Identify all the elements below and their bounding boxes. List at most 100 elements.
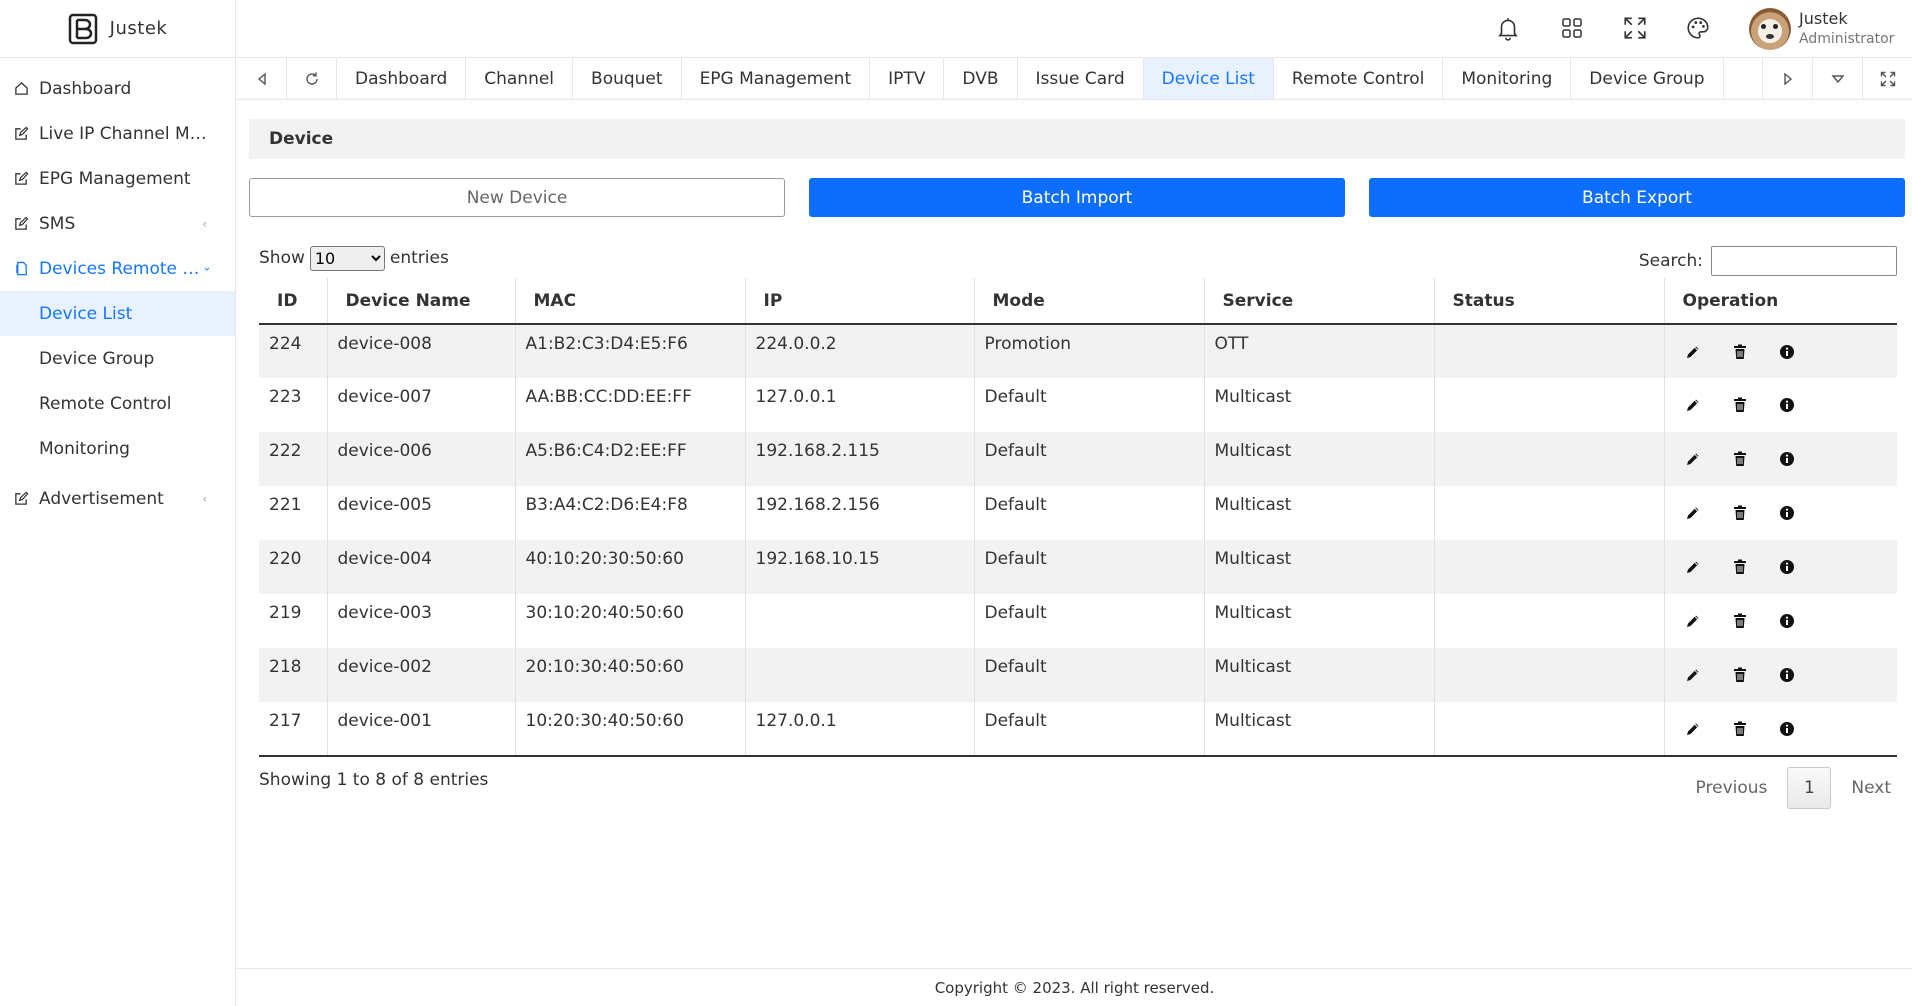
tab-scroll-right-button[interactable] — [1762, 58, 1812, 99]
table-row: 224 device-008 A1:B2:C3:D4:E5:F6 224.0.0.2 P… — [259, 324, 1897, 378]
sidebar-subitem-device-group[interactable]: Device Group — [0, 336, 235, 381]
sidebar-item-epg-management[interactable]: EPG Management — [0, 156, 235, 201]
tab-channel[interactable]: Channel — [466, 58, 574, 99]
edit-icon[interactable] — [1683, 503, 1703, 523]
refresh-button[interactable] — [287, 58, 337, 99]
batch-export-button[interactable]: Batch Export — [1369, 178, 1905, 217]
sidebar-item-devices-remote[interactable]: Devices Remote Ma... ‹ — [0, 246, 235, 291]
cell-id: 217 — [259, 702, 327, 757]
batch-import-button[interactable]: Batch Import — [809, 178, 1345, 217]
cell-operation — [1663, 324, 1898, 378]
search-input[interactable] — [1711, 246, 1897, 276]
trash-icon[interactable] — [1730, 557, 1750, 577]
tab-iptv[interactable]: IPTV — [870, 58, 945, 99]
cell-mode: Default — [973, 378, 1204, 432]
tab-dropdown-button[interactable] — [1812, 58, 1862, 99]
avatar[interactable] — [1749, 8, 1791, 50]
row-actions — [1675, 711, 1898, 739]
cell-service: Multicast — [1203, 432, 1434, 486]
column-header-ip[interactable]: IP — [744, 278, 974, 325]
edit-icon — [13, 126, 29, 142]
tab-scroll-left-button[interactable] — [237, 58, 287, 99]
row-actions — [1675, 334, 1898, 362]
edit-icon[interactable] — [1683, 719, 1703, 739]
edit-icon[interactable] — [1683, 611, 1703, 631]
cell-device-name: device-008 — [326, 324, 515, 378]
trash-icon[interactable] — [1730, 342, 1750, 362]
next-page-button[interactable]: Next — [1831, 767, 1897, 809]
cell-ip: 192.168.2.115 — [744, 432, 974, 486]
fullscreen-icon[interactable] — [1621, 14, 1649, 42]
trash-icon[interactable] — [1730, 449, 1750, 469]
tab-dvb[interactable]: DVB — [944, 58, 1018, 99]
previous-page-button[interactable]: Previous — [1676, 767, 1788, 809]
sidebar-item-label: SMS — [39, 213, 76, 234]
tab-device-group[interactable]: Device Group — [1571, 58, 1724, 99]
column-header-id[interactable]: ID — [259, 278, 327, 325]
info-icon[interactable] — [1777, 395, 1797, 415]
column-header-service[interactable]: Service — [1203, 278, 1434, 325]
entries-select[interactable]: 102550100 — [309, 245, 385, 271]
panel-title: Device — [249, 119, 1905, 159]
tab-bouquet[interactable]: Bouquet — [573, 58, 682, 99]
trash-icon[interactable] — [1730, 503, 1750, 523]
info-icon[interactable] — [1777, 342, 1797, 362]
tab-issue-card[interactable]: Issue Card — [1018, 58, 1144, 99]
edit-icon[interactable] — [1683, 342, 1703, 362]
trash-icon[interactable] — [1730, 719, 1750, 739]
column-header-device-name[interactable]: Device Name — [326, 278, 515, 325]
sidebar-item-live-ip-channel[interactable]: Live IP Channel Man... — [0, 111, 235, 156]
cell-mac: 30:10:20:40:50:60 — [514, 594, 745, 648]
edit-icon[interactable] — [1683, 557, 1703, 577]
tab-controls-right — [1762, 58, 1912, 99]
tab-remote-control[interactable]: Remote Control — [1274, 58, 1444, 99]
page-number-button[interactable]: 1 — [1787, 767, 1832, 809]
info-icon[interactable] — [1777, 719, 1797, 739]
cell-status — [1433, 540, 1664, 594]
edit-icon[interactable] — [1683, 449, 1703, 469]
tab-device-list[interactable]: Device List — [1143, 58, 1274, 99]
table-info: Showing 1 to 8 of 8 entries — [259, 770, 489, 790]
sidebar-subitem-device-list[interactable]: Device List — [0, 291, 235, 336]
trash-icon[interactable] — [1730, 665, 1750, 685]
cell-mode: Default — [973, 540, 1204, 594]
row-actions — [1675, 603, 1898, 631]
cell-ip: 192.168.10.15 — [744, 540, 974, 594]
column-header-mode[interactable]: Mode — [973, 278, 1204, 325]
tab-monitoring[interactable]: Monitoring — [1443, 58, 1572, 99]
cell-operation — [1663, 540, 1897, 594]
entries-length: Show 102550100 entries — [259, 245, 449, 271]
info-icon[interactable] — [1777, 665, 1797, 685]
edit-icon[interactable] — [1683, 395, 1703, 415]
sidebar-item-sms[interactable]: SMS ‹ — [0, 201, 235, 246]
info-icon[interactable] — [1777, 611, 1797, 631]
sidebar-item-advertisement[interactable]: Advertisement ‹ — [0, 476, 235, 521]
tab-list: Dashboard Channel Bouquet EPG Management… — [337, 58, 1762, 99]
sidebar-subitem-remote-control[interactable]: Remote Control — [0, 381, 235, 426]
cell-status — [1433, 486, 1664, 540]
table-row: 218 device-002 20:10:30:40:50:60 Default Mul… — [259, 648, 1897, 702]
chevron-left-icon: ‹ — [202, 491, 207, 506]
sidebar-item-dashboard[interactable]: Dashboard — [0, 66, 235, 111]
column-header-mac[interactable]: MAC — [514, 278, 745, 325]
edit-icon[interactable] — [1683, 665, 1703, 685]
trash-icon[interactable] — [1730, 611, 1750, 631]
palette-icon[interactable] — [1684, 14, 1712, 42]
info-icon[interactable] — [1777, 449, 1797, 469]
cell-mac: 20:10:30:40:50:60 — [514, 648, 745, 702]
bell-icon[interactable] — [1494, 14, 1522, 42]
cell-ip: 127.0.0.1 — [744, 702, 974, 757]
user-menu[interactable]: Justek Administrator — [1749, 8, 1894, 50]
tab-epg-management[interactable]: EPG Management — [682, 58, 871, 99]
tab-dashboard[interactable]: Dashboard — [337, 58, 467, 99]
sidebar-subitem-monitoring[interactable]: Monitoring — [0, 426, 235, 471]
cell-status — [1433, 648, 1664, 702]
apps-grid-icon[interactable] — [1558, 14, 1586, 42]
tab-fullscreen-button[interactable] — [1862, 58, 1912, 99]
info-icon[interactable] — [1777, 503, 1797, 523]
page-footer: Copyright © 2023. All right reserved. — [237, 968, 1912, 1006]
info-icon[interactable] — [1777, 557, 1797, 577]
trash-icon[interactable] — [1730, 395, 1750, 415]
new-device-button[interactable]: New Device — [249, 178, 785, 217]
column-header-status[interactable]: Status — [1433, 278, 1664, 325]
